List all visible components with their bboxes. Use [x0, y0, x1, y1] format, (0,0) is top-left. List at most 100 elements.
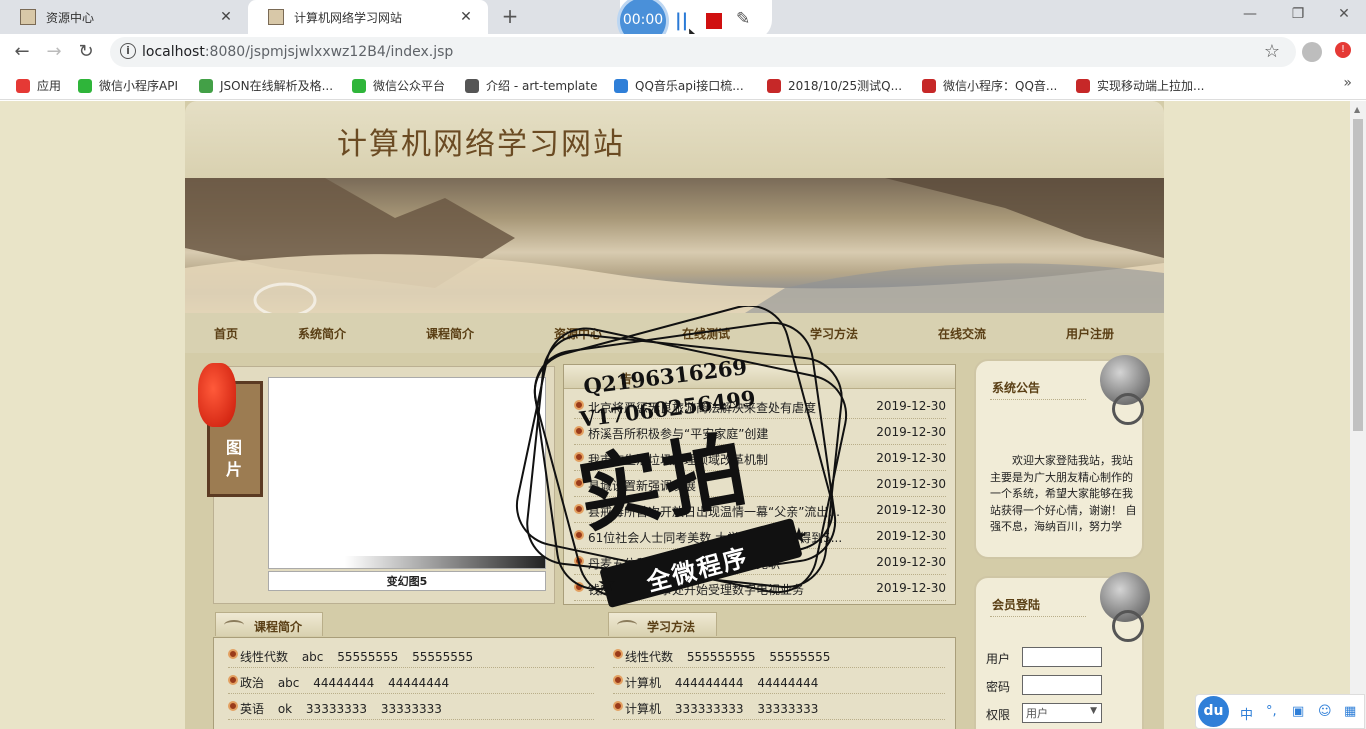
news-item-title[interactable]: 丹麦五位贸易促进大使被新政府免职 [588, 555, 856, 572]
section-row[interactable]: 计算机 333333333 33333333 [613, 694, 945, 720]
address-bar[interactable]: i localhost:8080/jspmjsjwlxxwz12B4/index… [110, 37, 1296, 67]
url-text[interactable]: localhost:8080/jspmjsjwlxxwz12B4/index.j… [142, 44, 453, 60]
pause-icon[interactable]: || [675, 10, 688, 31]
url-path: :8080/jspmjsjwlxxwz12B4/index.jsp [204, 44, 454, 60]
news-item-title[interactable]: 北京将严惩无良旅游商法解决来查处有虐度 [588, 399, 856, 416]
bullet-icon [574, 582, 584, 592]
info-icon[interactable]: i [120, 43, 136, 59]
bookmark-label: 实现移动端上拉加... [1097, 79, 1205, 93]
password-input[interactable] [1022, 675, 1102, 695]
bookmark-item[interactable]: 微信公众平台 [352, 77, 445, 94]
news-item-date: 2019-12-30 [876, 477, 946, 491]
nav-item[interactable]: 首页 [214, 325, 238, 342]
ime-punctuation-icon[interactable]: °, [1266, 704, 1277, 719]
nav-item[interactable]: 在线交流 [938, 325, 986, 342]
tab-cs-network-site[interactable]: 计算机网络学习网站 ✕ [248, 0, 488, 34]
minimize-icon[interactable]: — [1238, 6, 1262, 26]
section-row-text[interactable]: 英语 ok 33333333 33333333 [240, 700, 442, 717]
bullet-icon [228, 649, 238, 659]
news-item[interactable]: 61位社会人士同考美数 大学数学教师只得到5... 2019-12-30 [574, 523, 946, 549]
section-row[interactable]: 线性代数 555555555 55555555 [613, 642, 945, 668]
role-select[interactable]: 用户 ▼ [1022, 703, 1102, 723]
window-close-icon[interactable]: ✕ [1332, 6, 1356, 26]
bullet-icon [228, 701, 238, 711]
nav-item[interactable]: 课程简介 [426, 325, 474, 342]
close-icon[interactable]: ✕ [458, 9, 474, 25]
news-item-title[interactable]: 县城设置新强调发展 [588, 477, 856, 494]
nav-item[interactable]: 在线测试 [682, 325, 730, 342]
slide-caption[interactable]: 变幻图5 [268, 571, 546, 591]
scroll-up-icon[interactable]: ▲ [1354, 105, 1360, 114]
section-row-text[interactable]: 计算机 333333333 33333333 [625, 700, 818, 717]
news-item[interactable]: 县戒毒所首次开放日出现温情一幕“父亲”流出... 2019-12-30 [574, 497, 946, 523]
bookmark-item[interactable]: 实现移动端上拉加... [1076, 77, 1204, 94]
new-tab-button[interactable]: + [498, 5, 522, 29]
method-section-header: 学习方法 [608, 612, 717, 636]
site-favicon-icon [20, 9, 36, 25]
section-row-text[interactable]: 计算机 444444444 44444444 [625, 674, 818, 691]
news-item[interactable]: 北京将严惩无良旅游商法解决来查处有虐度 2019-12-30 [574, 393, 946, 419]
news-item-title[interactable]: 61位社会人士同考美数 大学数学教师只得到5... [588, 529, 856, 546]
nav-item[interactable]: 用户注册 [1066, 325, 1114, 342]
close-icon[interactable]: ✕ [218, 9, 234, 25]
ime-toolbox-icon[interactable]: ▣ [1292, 704, 1304, 719]
site-container: 计算机网络学习网站 首页 系统简介 课程简介 资源中心 在线测试 学习方法 在线交流 用户注册… [185, 101, 1164, 729]
news-item-title[interactable]: 我市市生活垃圾处理领域改革机制 [588, 451, 856, 468]
news-item[interactable]: 县城设置新强调发展 2019-12-30 [574, 471, 946, 497]
bookmark-item[interactable]: QQ音乐api接口梳... [614, 77, 744, 94]
section-row[interactable]: 线性代数 abc 55555555 55555555 [228, 642, 594, 668]
ime-grid-icon[interactable]: ▦ [1344, 704, 1356, 719]
url-host: localhost [142, 44, 205, 60]
bookmark-favicon-icon [199, 78, 213, 93]
bullet-icon [574, 478, 584, 488]
door-knocker-icon [1100, 355, 1150, 425]
username-input[interactable] [1022, 647, 1102, 667]
nav-item[interactable]: 资源中心 [554, 325, 602, 342]
bookmark-item[interactable]: 2018/10/25测试Q... [767, 77, 902, 94]
tab-resource-center[interactable]: 资源中心 ✕ [0, 0, 248, 34]
extension-icon[interactable]: ! [1335, 42, 1351, 58]
nav-item[interactable]: 学习方法 [810, 325, 858, 342]
slide-image[interactable] [268, 377, 546, 569]
bookmark-star-icon[interactable]: ☆ [1264, 41, 1280, 62]
bookmark-item[interactable]: 应用 [16, 77, 61, 94]
news-item-title[interactable]: 桥溪吾所积极参与“平安家庭”创建 [588, 425, 856, 442]
pen-icon[interactable]: ✎ [736, 9, 750, 29]
reload-icon[interactable]: ↻ [74, 41, 98, 63]
bullet-icon [574, 400, 584, 410]
ime-user-icon[interactable]: ☺ [1318, 704, 1332, 719]
bookmark-item[interactable]: 微信小程序：QQ音... [922, 77, 1057, 94]
stop-icon[interactable] [706, 13, 722, 29]
news-item-title[interactable]: 县戒毒所首次开放日出现温情一幕“父亲”流出... [588, 503, 856, 520]
nav-item[interactable]: 系统简介 [298, 325, 346, 342]
news-item-date: 2019-12-30 [876, 581, 946, 595]
bookmark-favicon-icon [1076, 78, 1090, 93]
news-item[interactable]: 桥溪吾所积极参与“平安家庭”创建 2019-12-30 [574, 419, 946, 445]
bookmark-item[interactable]: JSON在线解析及格... [199, 77, 333, 94]
news-item-title[interactable]: 钱库镇新安办事处开始受理数字电视业务 [588, 581, 856, 598]
profile-avatar-icon[interactable] [1302, 42, 1322, 62]
vertical-scrollbar[interactable]: ▲ [1350, 101, 1366, 729]
news-item[interactable]: 钱库镇新安办事处开始受理数字电视业务 2019-12-30 [574, 575, 946, 601]
scrollbar-thumb[interactable] [1353, 119, 1363, 431]
back-icon[interactable]: ← [10, 41, 34, 63]
bookmark-item[interactable]: 介绍 - art-template [465, 77, 597, 94]
swirl-icon [617, 620, 637, 630]
swirl-icon [224, 620, 244, 630]
ime-chinese-mode-icon[interactable]: 中 [1240, 704, 1253, 723]
baidu-ime-icon[interactable]: du [1198, 696, 1229, 727]
bookmark-item[interactable]: 微信小程序API [78, 77, 178, 94]
bookmarks-overflow-icon[interactable]: » [1343, 75, 1352, 91]
restore-icon[interactable]: ❐ [1286, 6, 1310, 26]
section-row-text[interactable]: 线性代数 abc 55555555 55555555 [240, 648, 473, 665]
section-row[interactable]: 政治 abc 44444444 44444444 [228, 668, 594, 694]
section-row[interactable]: 计算机 444444444 44444444 [613, 668, 945, 694]
section-row-text[interactable]: 政治 abc 44444444 44444444 [240, 674, 449, 691]
tab-title: 计算机网络学习网站 [294, 10, 403, 25]
news-item[interactable]: 丹麦五位贸易促进大使被新政府免职 2019-12-30 [574, 549, 946, 575]
news-item[interactable]: 我市市生活垃圾处理领域改革机制 2019-12-30 [574, 445, 946, 471]
section-row-text[interactable]: 线性代数 555555555 55555555 [625, 648, 830, 665]
section-row[interactable]: 英语 ok 33333333 33333333 [228, 694, 594, 720]
forward-icon[interactable]: → [42, 41, 66, 63]
bookmark-label: 应用 [37, 79, 62, 93]
